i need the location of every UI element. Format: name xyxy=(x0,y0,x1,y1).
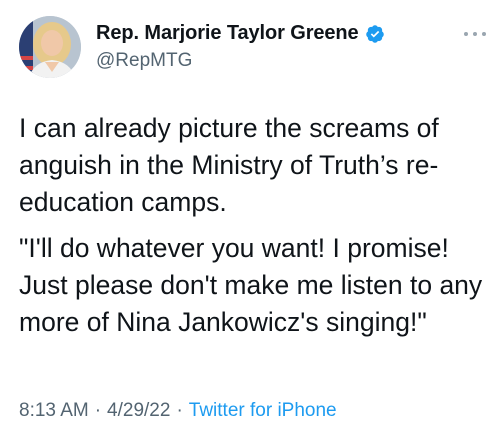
tweet-source-link[interactable]: Twitter for iPhone xyxy=(189,400,337,421)
more-dot xyxy=(464,32,468,36)
meta-separator: · xyxy=(94,400,102,421)
more-dots-icon[interactable] xyxy=(464,30,486,38)
tweet-paragraph: "I'll do whatever you want! I promise! J… xyxy=(19,233,483,337)
avatar[interactable] xyxy=(19,16,81,78)
tweet-time[interactable]: 8:13 AM xyxy=(19,400,89,421)
more-dot xyxy=(482,32,486,36)
tweet-meta: 8:13 AM · 4/29/22 · Twitter for iPhone xyxy=(19,400,337,422)
tweet-paragraph: I can already picture the screams of ang… xyxy=(19,113,439,217)
avatar-image xyxy=(19,16,81,78)
meta-separator: · xyxy=(176,400,183,421)
more-dot xyxy=(473,32,477,36)
author-display-name[interactable]: Rep. Marjorie Taylor Greene xyxy=(96,22,359,45)
tweet-date[interactable]: 4/29/22 xyxy=(107,400,170,421)
author-handle[interactable]: @RepMTG xyxy=(96,50,192,72)
tweet-card: Rep. Marjorie Taylor Greene @RepMTG I ca… xyxy=(0,0,500,438)
verified-badge-icon xyxy=(365,24,385,44)
author-name-row: Rep. Marjorie Taylor Greene xyxy=(96,22,385,45)
tweet-text: I can already picture the screams of ang… xyxy=(19,110,484,341)
